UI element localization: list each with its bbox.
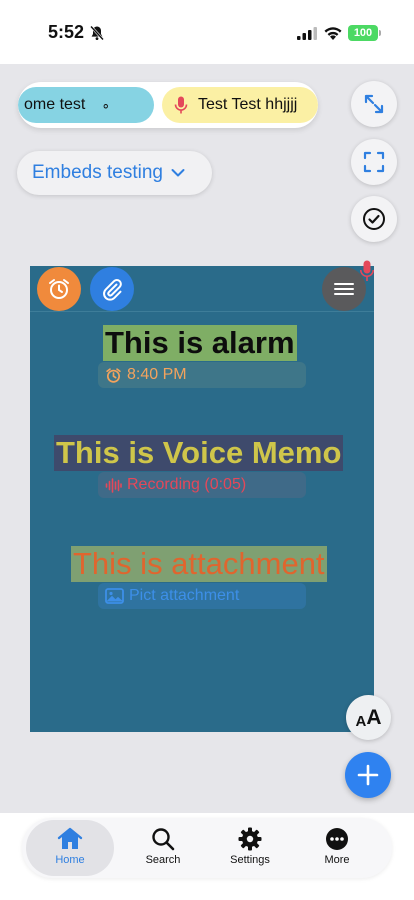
add-attachment-button[interactable] <box>90 267 134 311</box>
tab-label: Home <box>55 854 85 866</box>
font-size-small-glyph: A <box>355 713 367 730</box>
expand-icon <box>364 94 384 114</box>
chevron-down-icon <box>171 169 185 177</box>
hamburger-menu-icon <box>334 283 354 295</box>
microphone-icon <box>174 96 188 114</box>
plus-icon <box>357 764 379 786</box>
paperclip-icon <box>103 279 122 301</box>
note-tab-label: ome test <box>24 96 86 113</box>
notebook-selector-label: Embeds testing <box>32 162 163 183</box>
add-note-button[interactable] <box>345 752 391 798</box>
recording-label: Recording (0:05) <box>127 476 247 493</box>
note-tab-first[interactable]: ome test ∘ <box>18 87 154 123</box>
alarm-heading: This is alarm <box>103 325 297 361</box>
attachment-label: Pict attachment <box>129 587 240 604</box>
tab-label: Settings <box>230 854 270 866</box>
tab-settings[interactable]: Settings <box>206 820 294 876</box>
photo-icon <box>105 588 124 604</box>
fullscreen-icon <box>363 151 385 173</box>
alarm-time: 8:40 PM <box>127 366 187 383</box>
attachment-embed[interactable]: Pict attachment <box>98 583 306 609</box>
sync-indicator-icon: ∘ <box>101 96 111 113</box>
expand-button[interactable] <box>351 81 397 127</box>
status-bar: 5:52 100 <box>0 0 414 64</box>
tab-more[interactable]: More <box>293 820 381 876</box>
text-format-button[interactable]: A A <box>346 695 391 740</box>
search-icon <box>152 828 175 851</box>
wifi-icon <box>324 27 342 40</box>
tab-bar: Home Search Settings More <box>22 818 392 878</box>
alarm-embed[interactable]: 8:40 PM <box>98 362 306 388</box>
voice-memo-embed[interactable]: Recording (0:05) <box>98 472 306 498</box>
gear-icon <box>238 827 262 851</box>
home-icon <box>57 827 83 849</box>
tab-label: Search <box>145 854 181 866</box>
editor-toolbar <box>30 260 374 312</box>
font-size-large-glyph: A <box>366 706 382 729</box>
recording-microphone-icon[interactable] <box>360 260 374 282</box>
more-icon <box>326 828 348 850</box>
tab-home[interactable]: Home <box>26 820 114 876</box>
tab-label: More <box>324 854 350 866</box>
bell-off-icon <box>90 25 104 41</box>
checkmark-icon <box>363 208 385 230</box>
tab-search[interactable]: Search <box>119 820 207 876</box>
status-time: 5:52 <box>48 22 85 42</box>
cellular-signal-icon <box>297 27 317 40</box>
attachment-heading: This is attachment <box>71 546 327 582</box>
note-tabs-strip: ome test ∘ Test Test hhjjjj <box>18 82 318 128</box>
note-tab-second[interactable]: Test Test hhjjjj <box>162 87 318 123</box>
voice-memo-heading: This is Voice Memo <box>54 435 344 471</box>
alarm-clock-icon <box>106 367 121 383</box>
done-button[interactable] <box>351 196 397 242</box>
waveform-icon <box>105 477 122 493</box>
battery-indicator: 100 <box>348 25 378 41</box>
add-alarm-button[interactable] <box>37 267 81 311</box>
battery-tip <box>379 30 381 36</box>
fullscreen-button[interactable] <box>351 139 397 185</box>
alarm-clock-icon <box>49 279 69 299</box>
notebook-selector[interactable]: Embeds testing <box>17 151 212 195</box>
note-tab-label: Test Test hhjjjj <box>198 96 298 113</box>
